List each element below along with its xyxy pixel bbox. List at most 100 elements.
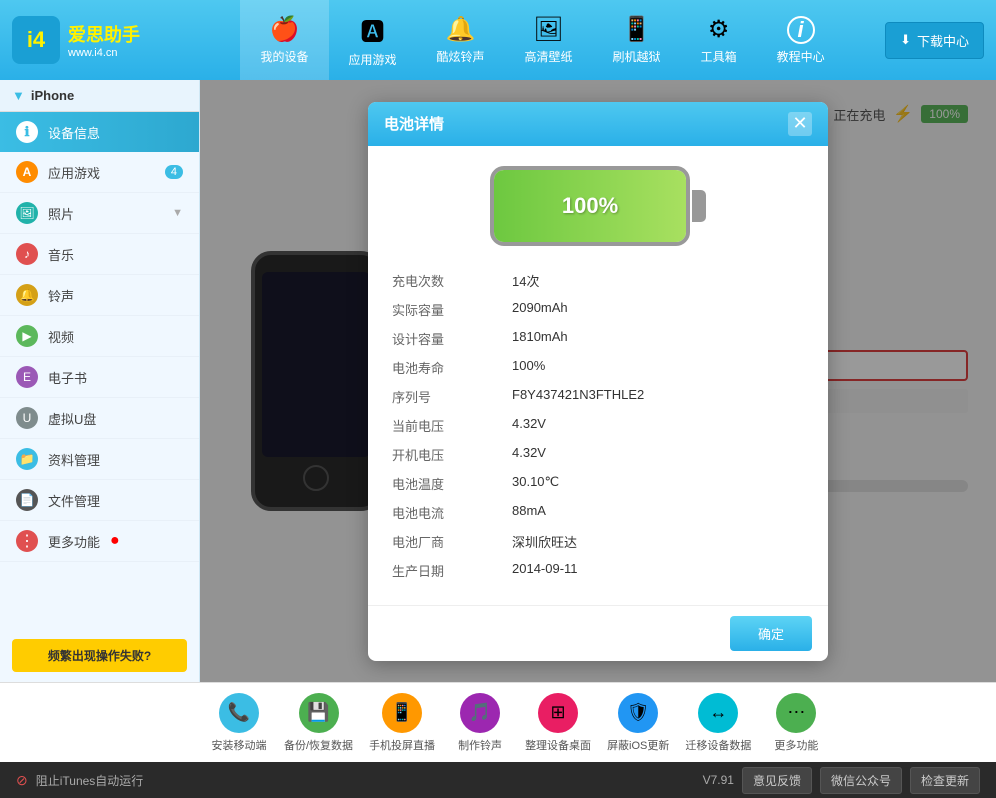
tool-ringtone[interactable]: 🎵 制作铃声	[451, 693, 509, 753]
nav-item-jailbreak[interactable]: 📱 刷机越狱	[593, 0, 681, 80]
sidebar-item-file-mgr[interactable]: 📁 资料管理	[0, 439, 199, 480]
sidebar-label-file-mgmt: 文件管理	[48, 491, 100, 510]
tool-backup[interactable]: 💾 备份/恢复数据	[284, 693, 353, 753]
prod-date-modal-value: 2014-09-11	[512, 556, 804, 585]
stop-itunes-label: 阻止iTunes自动运行	[36, 772, 144, 789]
prod-date-modal-label: 生产日期	[392, 556, 512, 585]
battery-visual: 100%	[392, 166, 804, 246]
modal-close-icon[interactable]: ✕	[788, 112, 812, 136]
sidebar-item-videos[interactable]: ▶ 视频	[0, 316, 199, 357]
tool-update-ios[interactable]: 🛡 屏蔽iOS更新	[607, 693, 669, 753]
charge-times-modal-label: 充电次数	[392, 266, 512, 295]
boot-voltage-value: 4.32V	[512, 440, 804, 469]
sidebar-item-device-info[interactable]: ℹ 设备信息	[0, 112, 199, 152]
organize-icon: ⊞	[538, 693, 578, 733]
sidebar-label-apps: 应用游戏	[48, 163, 155, 182]
curr-voltage-label: 当前电压	[392, 411, 512, 440]
battery-fill: 100%	[494, 170, 686, 242]
sidebar-item-music[interactable]: ♪ 音乐	[0, 234, 199, 275]
apps-badge: 4	[165, 165, 183, 179]
tool-screen-mirror[interactable]: 📱 手机投屏直播	[369, 693, 435, 753]
serial-modal-label: 序列号	[392, 382, 512, 411]
sidebar-item-vdisk[interactable]: U 虚拟U盘	[0, 398, 199, 439]
battery-life-modal-value: 100%	[512, 353, 804, 382]
nav-label-apps: 应用游戏	[349, 51, 397, 68]
status-bar: ⊘ 阻止iTunes自动运行 V7.91 意见反馈 微信公众号 检查更新	[0, 762, 996, 798]
status-left: ⊘ 阻止iTunes自动运行	[16, 772, 143, 789]
modal-footer: 确定	[368, 605, 828, 661]
nav-label-jailbreak: 刷机越狱	[613, 48, 661, 65]
version-text: V7.91	[703, 773, 734, 787]
status-right: V7.91 意见反馈 微信公众号 检查更新	[703, 767, 980, 794]
vdisk-icon: U	[16, 407, 38, 429]
check-update-btn[interactable]: 检查更新	[910, 767, 980, 794]
modal-header: 电池详情 ✕	[368, 102, 828, 146]
temperature-label: 电池温度	[392, 469, 512, 498]
tool-install-mobile[interactable]: 📞 安装移动端	[210, 693, 268, 753]
sidebar-label-more: 更多功能	[48, 532, 100, 551]
more-features-icon: ⋯	[776, 693, 816, 733]
battery-modal: 电池详情 ✕ 100%	[368, 102, 828, 661]
sidebar-item-photos[interactable]: 🖼 照片 ▼	[0, 193, 199, 234]
sidebar-label-vdisk: 虚拟U盘	[48, 409, 96, 428]
logo-text: 爱思助手 www.i4.cn	[68, 21, 140, 59]
tool-migrate[interactable]: ↔ 迁移设备数据	[685, 693, 751, 753]
install-mobile-label: 安装移动端	[212, 737, 267, 753]
photos-arrow: ▼	[172, 207, 183, 219]
modal-body: 100% 充电次数 14次 实际容量 2090mAh 设计容量 1810mAh	[368, 146, 828, 605]
sidebar-item-ringtones[interactable]: 🔔 铃声	[0, 275, 199, 316]
nav-label-ringtones: 酷炫铃声	[437, 48, 485, 65]
nav-item-ringtones[interactable]: 🔔 酷炫铃声	[417, 0, 505, 80]
nav-item-wallpapers[interactable]: 🖼 高清壁纸	[505, 0, 593, 80]
nav-item-tools[interactable]: ⚙ 工具箱	[681, 0, 757, 80]
fail-button[interactable]: 频繁出现操作失败?	[12, 639, 187, 672]
manufacturer-value: 深圳欣旺达	[512, 527, 804, 556]
sidebar-item-more[interactable]: ⋮ 更多功能 ●	[0, 521, 199, 562]
sidebar-label-videos: 视频	[48, 327, 74, 346]
screen-mirror-icon: 📱	[382, 693, 422, 733]
modal-info-grid: 充电次数 14次 实际容量 2090mAh 设计容量 1810mAh 电池寿命 …	[392, 266, 804, 585]
nav-label-tutorials: 教程中心	[777, 48, 825, 65]
current-label: 电池电流	[392, 498, 512, 527]
videos-icon: ▶	[16, 325, 38, 347]
ringtones-sidebar-icon: 🔔	[16, 284, 38, 306]
sidebar-item-apps[interactable]: A 应用游戏 4	[0, 152, 199, 193]
content-area: 正在充电 ⚡ 100% Apple ID锁 未开启 精确查询 iCloud 未开…	[200, 80, 996, 682]
sidebar-label-photos: 照片	[48, 204, 162, 223]
wechat-btn[interactable]: 微信公众号	[820, 767, 902, 794]
music-icon: ♪	[16, 243, 38, 265]
curr-voltage-value: 4.32V	[512, 411, 804, 440]
tool-more-features[interactable]: ⋯ 更多功能	[767, 693, 825, 753]
design-cap-label: 设计容量	[392, 324, 512, 353]
tool-organize[interactable]: ⊞ 整理设备桌面	[525, 693, 591, 753]
modal-title: 电池详情	[384, 113, 444, 134]
backup-label: 备份/恢复数据	[284, 737, 353, 753]
download-center-btn[interactable]: ⬇ 下载中心	[885, 22, 984, 59]
confirm-button[interactable]: 确定	[730, 616, 812, 651]
nav-label-tools: 工具箱	[701, 48, 737, 65]
sidebar-label-ringtones: 铃声	[48, 286, 74, 305]
design-cap-value: 1810mAh	[512, 324, 804, 353]
my-device-icon: 🍎	[270, 15, 300, 44]
stop-itunes-icon: ⊘	[16, 772, 28, 789]
nav-item-tutorials[interactable]: i 教程中心	[757, 0, 845, 80]
nav-bar: 🍎 我的设备 🅰 应用游戏 🔔 酷炫铃声 🖼 高清壁纸 📱 刷机越狱 ⚙ 工具箱	[200, 0, 885, 80]
sidebar-label-ebooks: 电子书	[48, 368, 87, 387]
migrate-icon: ↔	[698, 693, 738, 733]
sidebar-item-ebooks[interactable]: E 电子书	[0, 357, 199, 398]
feedback-btn[interactable]: 意见反馈	[742, 767, 812, 794]
nav-item-my-device[interactable]: 🍎 我的设备	[240, 0, 328, 80]
install-mobile-icon: 📞	[219, 693, 259, 733]
temperature-value: 30.10℃	[512, 469, 804, 498]
battery-life-modal-label: 电池寿命	[392, 353, 512, 382]
chevron-down-icon: ▼	[12, 88, 25, 103]
backup-icon: 💾	[299, 693, 339, 733]
download-icon: ⬇	[900, 32, 911, 48]
more-icon: ⋮	[16, 530, 38, 552]
nav-item-apps[interactable]: 🅰 应用游戏	[329, 0, 417, 80]
apps-sidebar-icon: A	[16, 161, 38, 183]
serial-modal-value: F8Y437421N3FTHLE2	[512, 382, 804, 411]
sidebar-item-file-mgmt[interactable]: 📄 文件管理	[0, 480, 199, 521]
migrate-label: 迁移设备数据	[685, 737, 751, 753]
tutorials-icon: i	[787, 16, 815, 44]
